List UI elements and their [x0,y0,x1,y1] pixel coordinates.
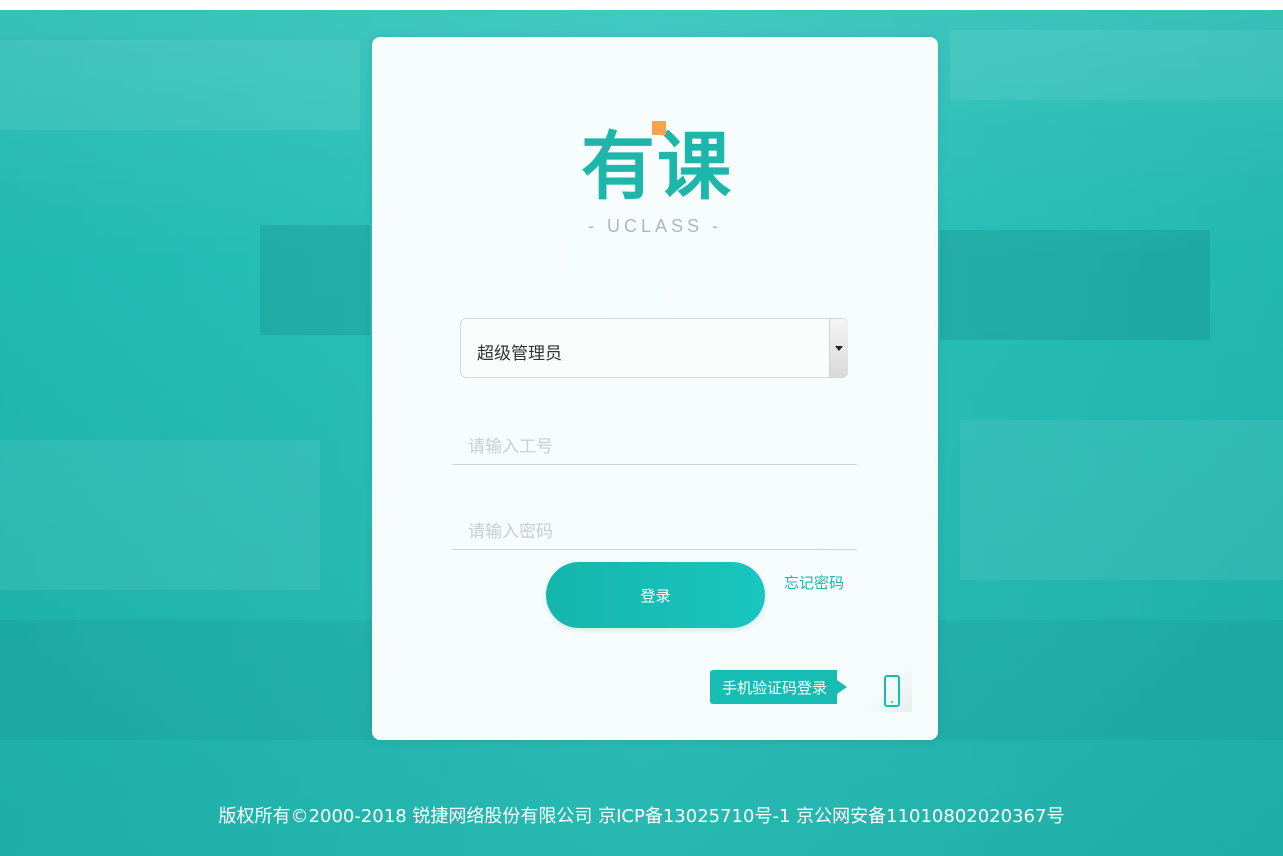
top-strip [0,0,1283,10]
phone-home-dot [891,701,893,703]
logo-accent-dot [652,121,666,135]
footer-copyright: 版权所有©2000-2018 锐捷网络股份有限公司 京ICP备13025710号… [218,806,1065,827]
sms-login-label: 手机验证码登录 [722,678,828,697]
mobile-phone-icon[interactable] [884,675,900,707]
role-select-value: 超级管理员 [477,344,562,364]
forgot-password-link[interactable]: 忘记密码 [784,572,844,593]
login-button-label: 登录 [640,586,671,605]
password-field [452,510,857,550]
uclass-logo: 有课 [572,115,742,210]
role-select-toggle[interactable] [829,319,848,377]
employee-id-input[interactable] [466,433,850,461]
employee-id-field [452,425,857,465]
sms-login-button[interactable]: 手机验证码登录 [710,670,848,704]
logo-subtitle: - UCLASS - [587,216,723,236]
chevron-down-icon [835,345,843,351]
password-input[interactable] [466,518,850,546]
role-select[interactable]: 超级管理员 [460,318,848,378]
login-button[interactable]: 登录 [546,562,765,628]
